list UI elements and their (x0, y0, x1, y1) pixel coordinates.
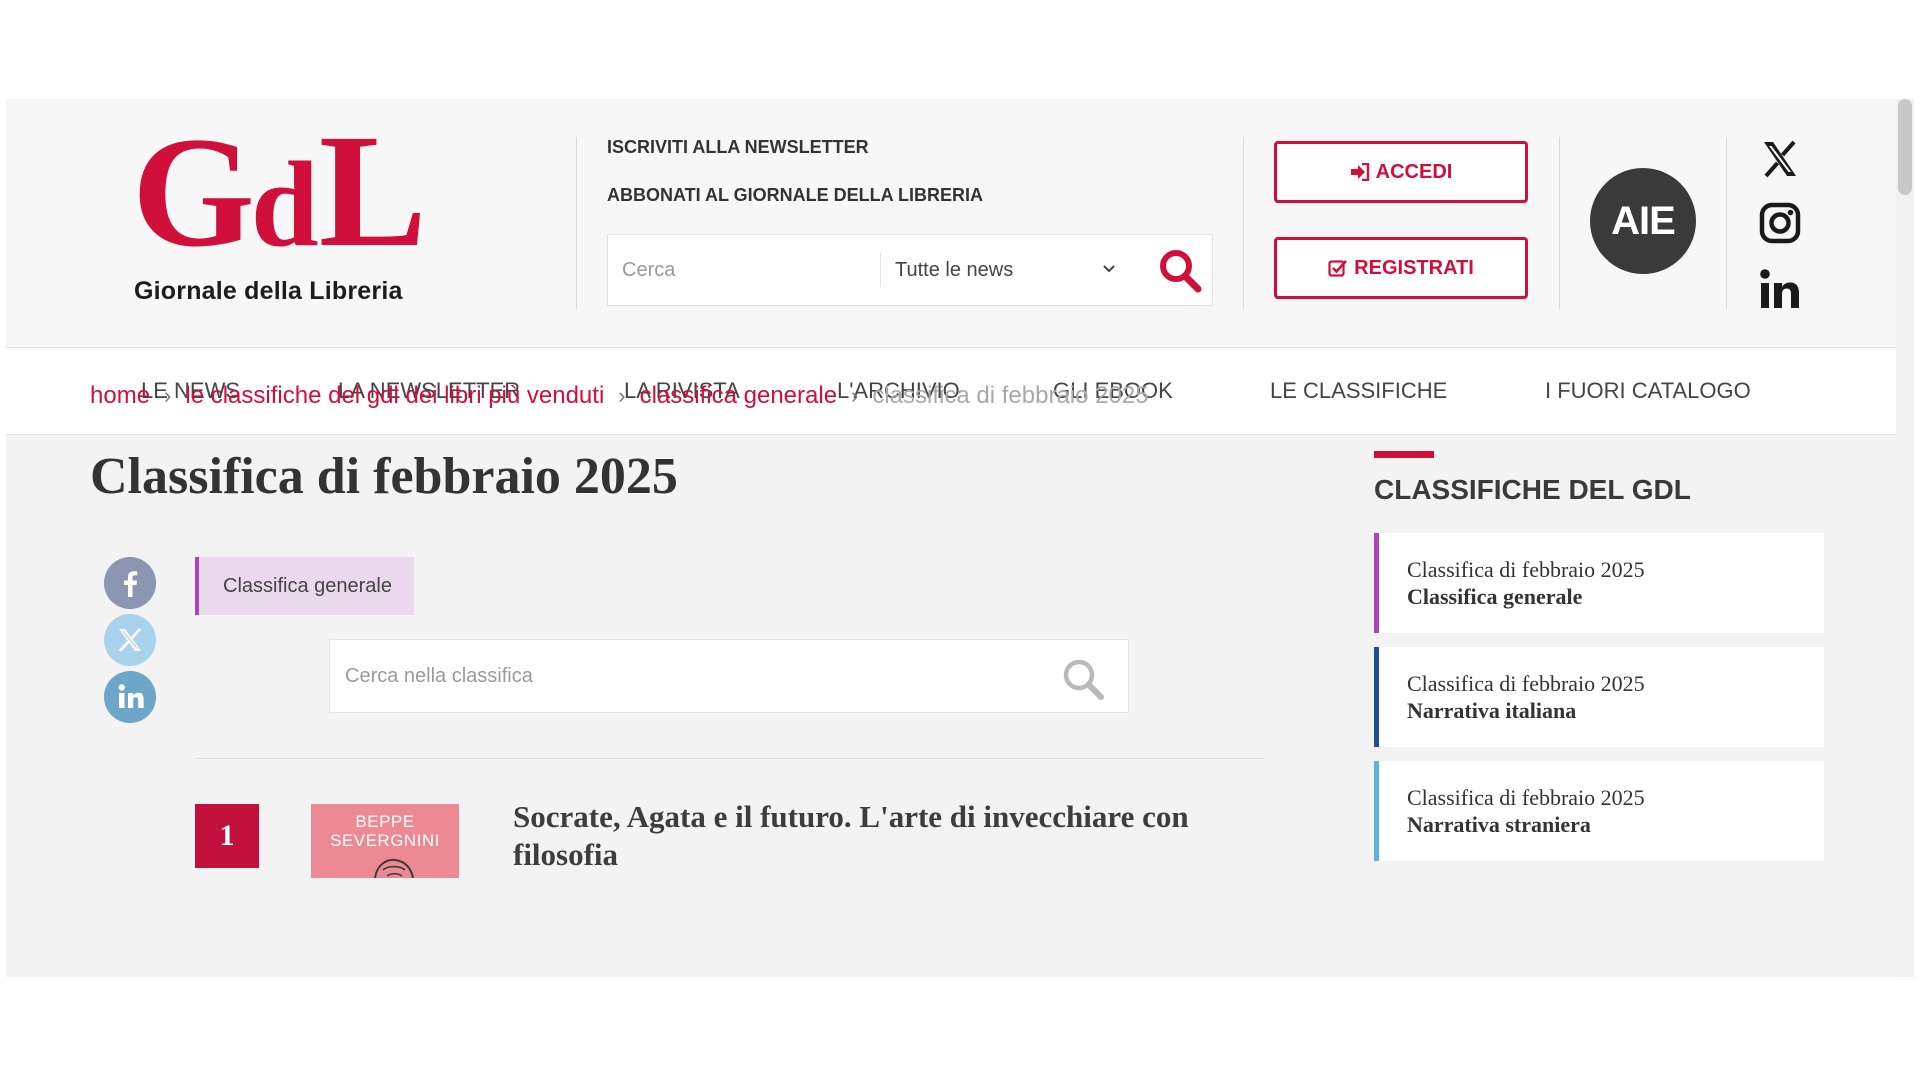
linkedin-icon[interactable] (1758, 267, 1802, 311)
category-tag[interactable]: Classifica generale (195, 557, 414, 615)
search-icon[interactable] (1156, 247, 1204, 293)
sidebar-heading: CLASSIFICHE DEL GDL (1374, 474, 1691, 505)
logo-letter-g: G (132, 105, 255, 280)
cover-illustration-icon (374, 858, 414, 878)
book-cover[interactable]: BEPPE SEVERGNINI (311, 804, 459, 878)
scrollbar-thumb[interactable] (1898, 99, 1912, 195)
breadcrumb-classifiche[interactable]: le classifiche del gdl dei libri più ven… (185, 382, 604, 409)
logo-letter-d: d (250, 137, 319, 272)
x-icon[interactable] (104, 614, 156, 666)
newsletter-link[interactable]: ISCRIVITI ALLA NEWSLETTER (607, 135, 983, 159)
rank-badge: 1 (195, 804, 259, 868)
header-links: ISCRIVITI ALLA NEWSLETTER ABBONATI AL GI… (607, 135, 983, 231)
x-icon[interactable] (1758, 137, 1802, 181)
sidebar-item-classifica-generale[interactable]: Classifica di febbraio 2025 Classifica g… (1374, 533, 1824, 633)
breadcrumb-classifica-generale[interactable]: classifica generale (640, 382, 837, 409)
page-scrollbar[interactable] (1896, 99, 1914, 977)
logo-letter-l: L (318, 102, 427, 281)
sidebar-item-narrativa-straniera[interactable]: Classifica di febbraio 2025 Narrativa st… (1374, 761, 1824, 861)
chevron-right-icon: › (164, 383, 172, 408)
breadcrumb-current: classifica di febbraio 2025 (872, 382, 1149, 409)
site-header: GdL Giornale della Libreria ISCRIVITI AL… (6, 99, 1896, 348)
logo-subtitle: Giornale della Libreria (134, 277, 403, 305)
sidebar-item-narrativa-italiana[interactable]: Classifica di febbraio 2025 Narrativa it… (1374, 647, 1824, 747)
sign-in-icon (1350, 163, 1369, 181)
aie-logo[interactable]: AIE (1590, 168, 1696, 274)
nav-item-fuori-catalogo[interactable]: I FUORI CATALOGO (1545, 348, 1751, 434)
header-divider (576, 137, 577, 309)
chevron-right-icon: › (851, 383, 859, 408)
subscribe-link[interactable]: ABBONATI AL GIORNALE DELLA LIBRERIA (607, 183, 983, 207)
list-divider (195, 758, 1265, 759)
sidebar-item-category: Narrativa straniera (1407, 812, 1591, 837)
gdl-logo[interactable]: GdL Giornale della Libreria (132, 111, 452, 317)
sidebar-item-category: Classifica generale (1407, 584, 1583, 609)
ranking-search (329, 639, 1129, 713)
linkedin-icon[interactable] (104, 671, 156, 723)
sidebar-accent-bar (1374, 451, 1434, 458)
header-divider (1726, 137, 1727, 309)
header-divider (1559, 137, 1560, 309)
sidebar-item-date: Classifica di febbraio 2025 (1407, 671, 1645, 696)
facebook-icon[interactable] (104, 557, 156, 609)
register-label: REGISTRATI (1354, 256, 1474, 279)
search-scope-select[interactable]: Tutte le news (881, 235, 1131, 305)
header-search: Tutte le news (607, 234, 1213, 306)
page-title: Classifica di febbraio 2025 (90, 448, 678, 505)
sidebar-item-category: Narrativa italiana (1407, 698, 1577, 723)
register-button[interactable]: REGISTRATI (1274, 237, 1528, 299)
search-icon[interactable] (1060, 656, 1106, 702)
login-button[interactable]: ACCEDI (1274, 141, 1528, 203)
book-title[interactable]: Socrate, Agata e il futuro. L'arte di in… (513, 798, 1273, 874)
instagram-icon[interactable] (1758, 201, 1802, 245)
ranking-search-input[interactable] (330, 640, 1030, 712)
sidebar-item-date: Classifica di febbraio 2025 (1407, 785, 1645, 810)
book-cover-author: BEPPE SEVERGNINI (330, 812, 440, 850)
header-divider (1243, 137, 1244, 309)
search-input[interactable] (608, 235, 878, 305)
nav-item-classifiche[interactable]: LE CLASSIFICHE (1270, 348, 1447, 434)
breadcrumb: home › le classifiche del gdl dei libri pi… (90, 382, 1149, 410)
sidebar-item-date: Classifica di febbraio 2025 (1407, 557, 1645, 582)
login-label: ACCEDI (1375, 160, 1453, 183)
chevron-right-icon: › (618, 383, 626, 408)
check-square-icon (1328, 260, 1348, 277)
breadcrumb-home[interactable]: home (90, 382, 150, 409)
chevron-down-icon (1103, 265, 1115, 273)
search-scope-value: Tutte le news (895, 258, 1014, 281)
logo-mark: GdL (132, 111, 452, 273)
